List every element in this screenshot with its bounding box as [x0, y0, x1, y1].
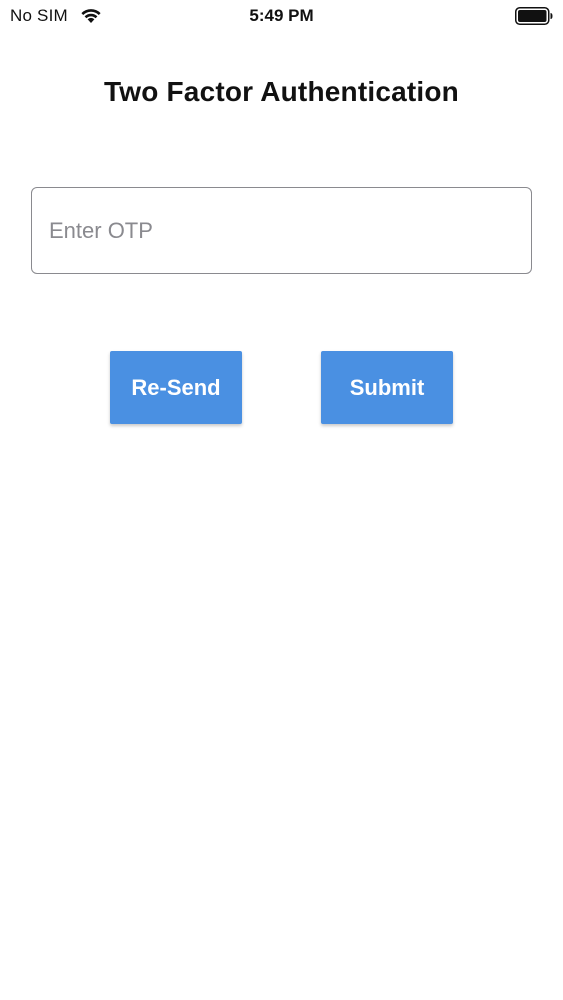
battery-icon: [515, 7, 553, 25]
otp-input[interactable]: [31, 187, 532, 274]
status-time: 5:49 PM: [249, 6, 314, 25]
submit-button[interactable]: Submit: [321, 351, 453, 424]
status-bar: No SIM 5:49 PM: [0, 0, 563, 34]
resend-button[interactable]: Re-Send: [110, 351, 242, 424]
page-title: Two Factor Authentication: [104, 76, 459, 107]
